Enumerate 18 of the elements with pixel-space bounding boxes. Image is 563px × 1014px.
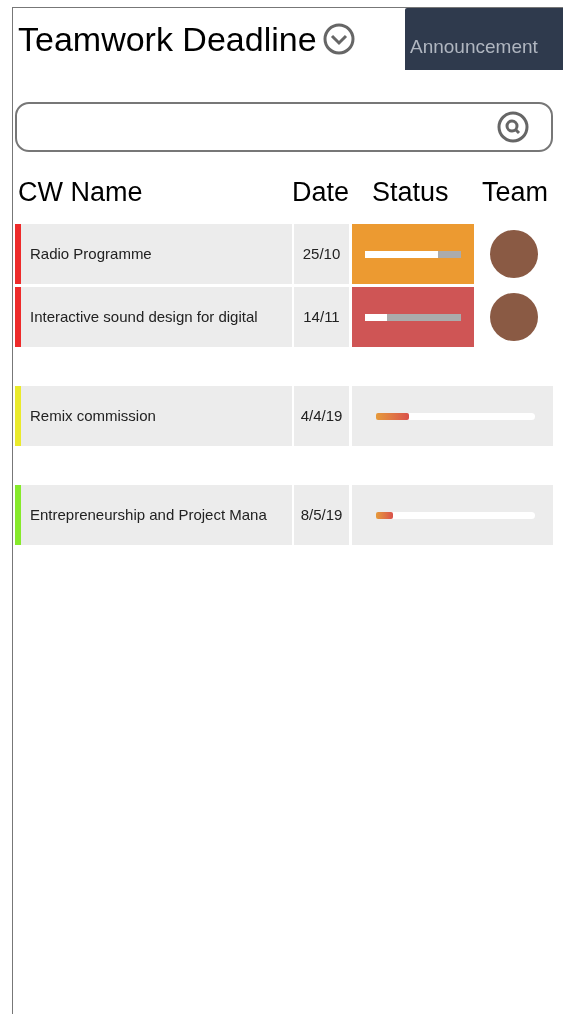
table-cell: Radio Programme [21, 224, 292, 284]
avatar [489, 293, 538, 341]
tab[interactable]: Announcement [405, 8, 563, 70]
search-icon [497, 111, 529, 143]
avatar [489, 230, 538, 278]
column-header: Team [482, 175, 549, 209]
column-header: Status [372, 175, 450, 209]
table-cell: Remix commission [21, 386, 292, 446]
table-cell: Entrepreneurship and Project Mana [21, 485, 292, 545]
column-header: CW Name [18, 175, 144, 209]
table-cell: 4/4/19 [294, 386, 349, 446]
table-cell: 25/10 [294, 224, 349, 284]
table-cell: 8/5/19 [294, 485, 349, 545]
table-cell: Interactive sound design for digital [21, 287, 292, 347]
search-field[interactable] [15, 102, 553, 152]
table-cell: 14/11 [294, 287, 349, 347]
column-header: Date [292, 175, 351, 209]
chevron-down-icon [322, 23, 355, 55]
